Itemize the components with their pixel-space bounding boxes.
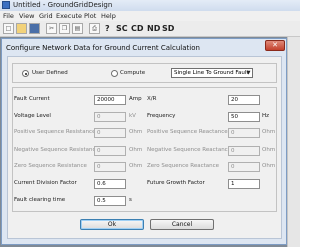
negative-reactance-label: Negative Sequence Reactance	[147, 147, 232, 153]
zero-resistance-label: Zero Sequence Resistance	[14, 163, 87, 169]
help-button[interactable]: ?	[105, 22, 110, 35]
frequency-unit: Hz	[262, 113, 270, 119]
voltage-level-input[interactable]: 0	[94, 112, 126, 122]
fault-current-unit: Amp	[129, 96, 142, 102]
zero-reactance-label: Zero Sequence Reactance	[147, 163, 220, 169]
copy-icon[interactable]: ❐	[59, 23, 70, 34]
compute-radio[interactable]	[111, 70, 118, 77]
new-file-icon[interactable]: □	[3, 23, 14, 34]
xr-label: X/R	[147, 96, 157, 102]
fault-clearing-input[interactable]: 0.5	[94, 196, 126, 206]
save-icon[interactable]	[29, 23, 40, 34]
dialog-title: Configure Network Data for Ground Curren…	[6, 44, 200, 52]
menu-grid[interactable]: Grid	[39, 11, 53, 21]
nd-button[interactable]: ND	[147, 22, 160, 35]
zero-resistance-unit: Ohm	[129, 163, 143, 169]
positive-reactance-input[interactable]: 0	[228, 128, 260, 138]
fault-clearing-unit: s	[129, 197, 132, 203]
positive-resistance-unit: Ohm	[129, 129, 143, 135]
zero-resistance-input[interactable]: 0	[94, 162, 126, 172]
negative-resistance-unit: Ohm	[129, 147, 143, 153]
ok-button[interactable]: Ok	[80, 219, 144, 230]
fault-current-input[interactable]: 20000	[94, 95, 126, 105]
cut-icon[interactable]: ✂	[46, 23, 57, 34]
positive-resistance-label: Positive Sequence Resistance	[14, 129, 96, 135]
positive-resistance-input[interactable]: 0	[94, 128, 126, 138]
menu-file[interactable]: File	[3, 11, 14, 21]
compute-label: Compute	[120, 70, 146, 76]
negative-reactance-input[interactable]: 0	[228, 146, 260, 156]
frequency-label: Frequency	[147, 113, 176, 119]
menu-plot[interactable]: Plot	[84, 11, 96, 21]
voltage-level-unit: kV	[129, 113, 136, 119]
menu-view[interactable]: View	[19, 11, 34, 21]
negative-resistance-label: Negative Sequence Resistance	[14, 147, 99, 153]
user-defined-label: User Defined	[32, 70, 68, 76]
print-icon[interactable]: ⎙	[89, 23, 100, 34]
paste-icon[interactable]: ▤	[72, 23, 83, 34]
fault-type-select[interactable]: Single Line To Ground Fault	[171, 68, 253, 78]
future-growth-label: Future Growth Factor	[147, 180, 205, 186]
open-folder-icon[interactable]	[16, 23, 27, 34]
chevron-down-icon[interactable]: ▼	[245, 69, 252, 77]
sd-button[interactable]: SD	[162, 22, 174, 35]
future-growth-input[interactable]: 1	[228, 179, 260, 189]
menu-execute[interactable]: Execute	[56, 11, 82, 21]
current-division-input[interactable]: 0.6	[94, 179, 126, 189]
voltage-level-label: Voltage Level	[14, 113, 51, 119]
current-division-label: Current Division Factor	[14, 180, 77, 186]
positive-reactance-label: Positive Sequence Reactance	[147, 129, 228, 135]
zero-reactance-input[interactable]: 0	[228, 162, 260, 172]
negative-reactance-unit: Ohm	[262, 147, 276, 153]
negative-resistance-input[interactable]: 0	[94, 146, 126, 156]
vertical-scrollbar[interactable]	[287, 37, 300, 247]
close-icon[interactable]: ✕	[265, 40, 285, 51]
xr-input[interactable]: 20	[228, 95, 260, 105]
menu-help[interactable]: Help	[101, 11, 116, 21]
window-title: Untitled - GroundGridDesign	[13, 1, 113, 9]
user-defined-radio[interactable]	[22, 70, 29, 77]
fault-clearing-label: Fault clearing time	[14, 197, 66, 203]
cancel-button[interactable]: Cancel	[150, 219, 214, 230]
cd-button[interactable]: CD	[131, 22, 144, 35]
positive-reactance-unit: Ohm	[262, 129, 276, 135]
app-icon	[2, 1, 10, 9]
fault-current-label: Fault Current	[14, 96, 50, 102]
zero-reactance-unit: Ohm	[262, 163, 276, 169]
sc-button[interactable]: SC	[116, 22, 128, 35]
frequency-input[interactable]: 50	[228, 112, 260, 122]
